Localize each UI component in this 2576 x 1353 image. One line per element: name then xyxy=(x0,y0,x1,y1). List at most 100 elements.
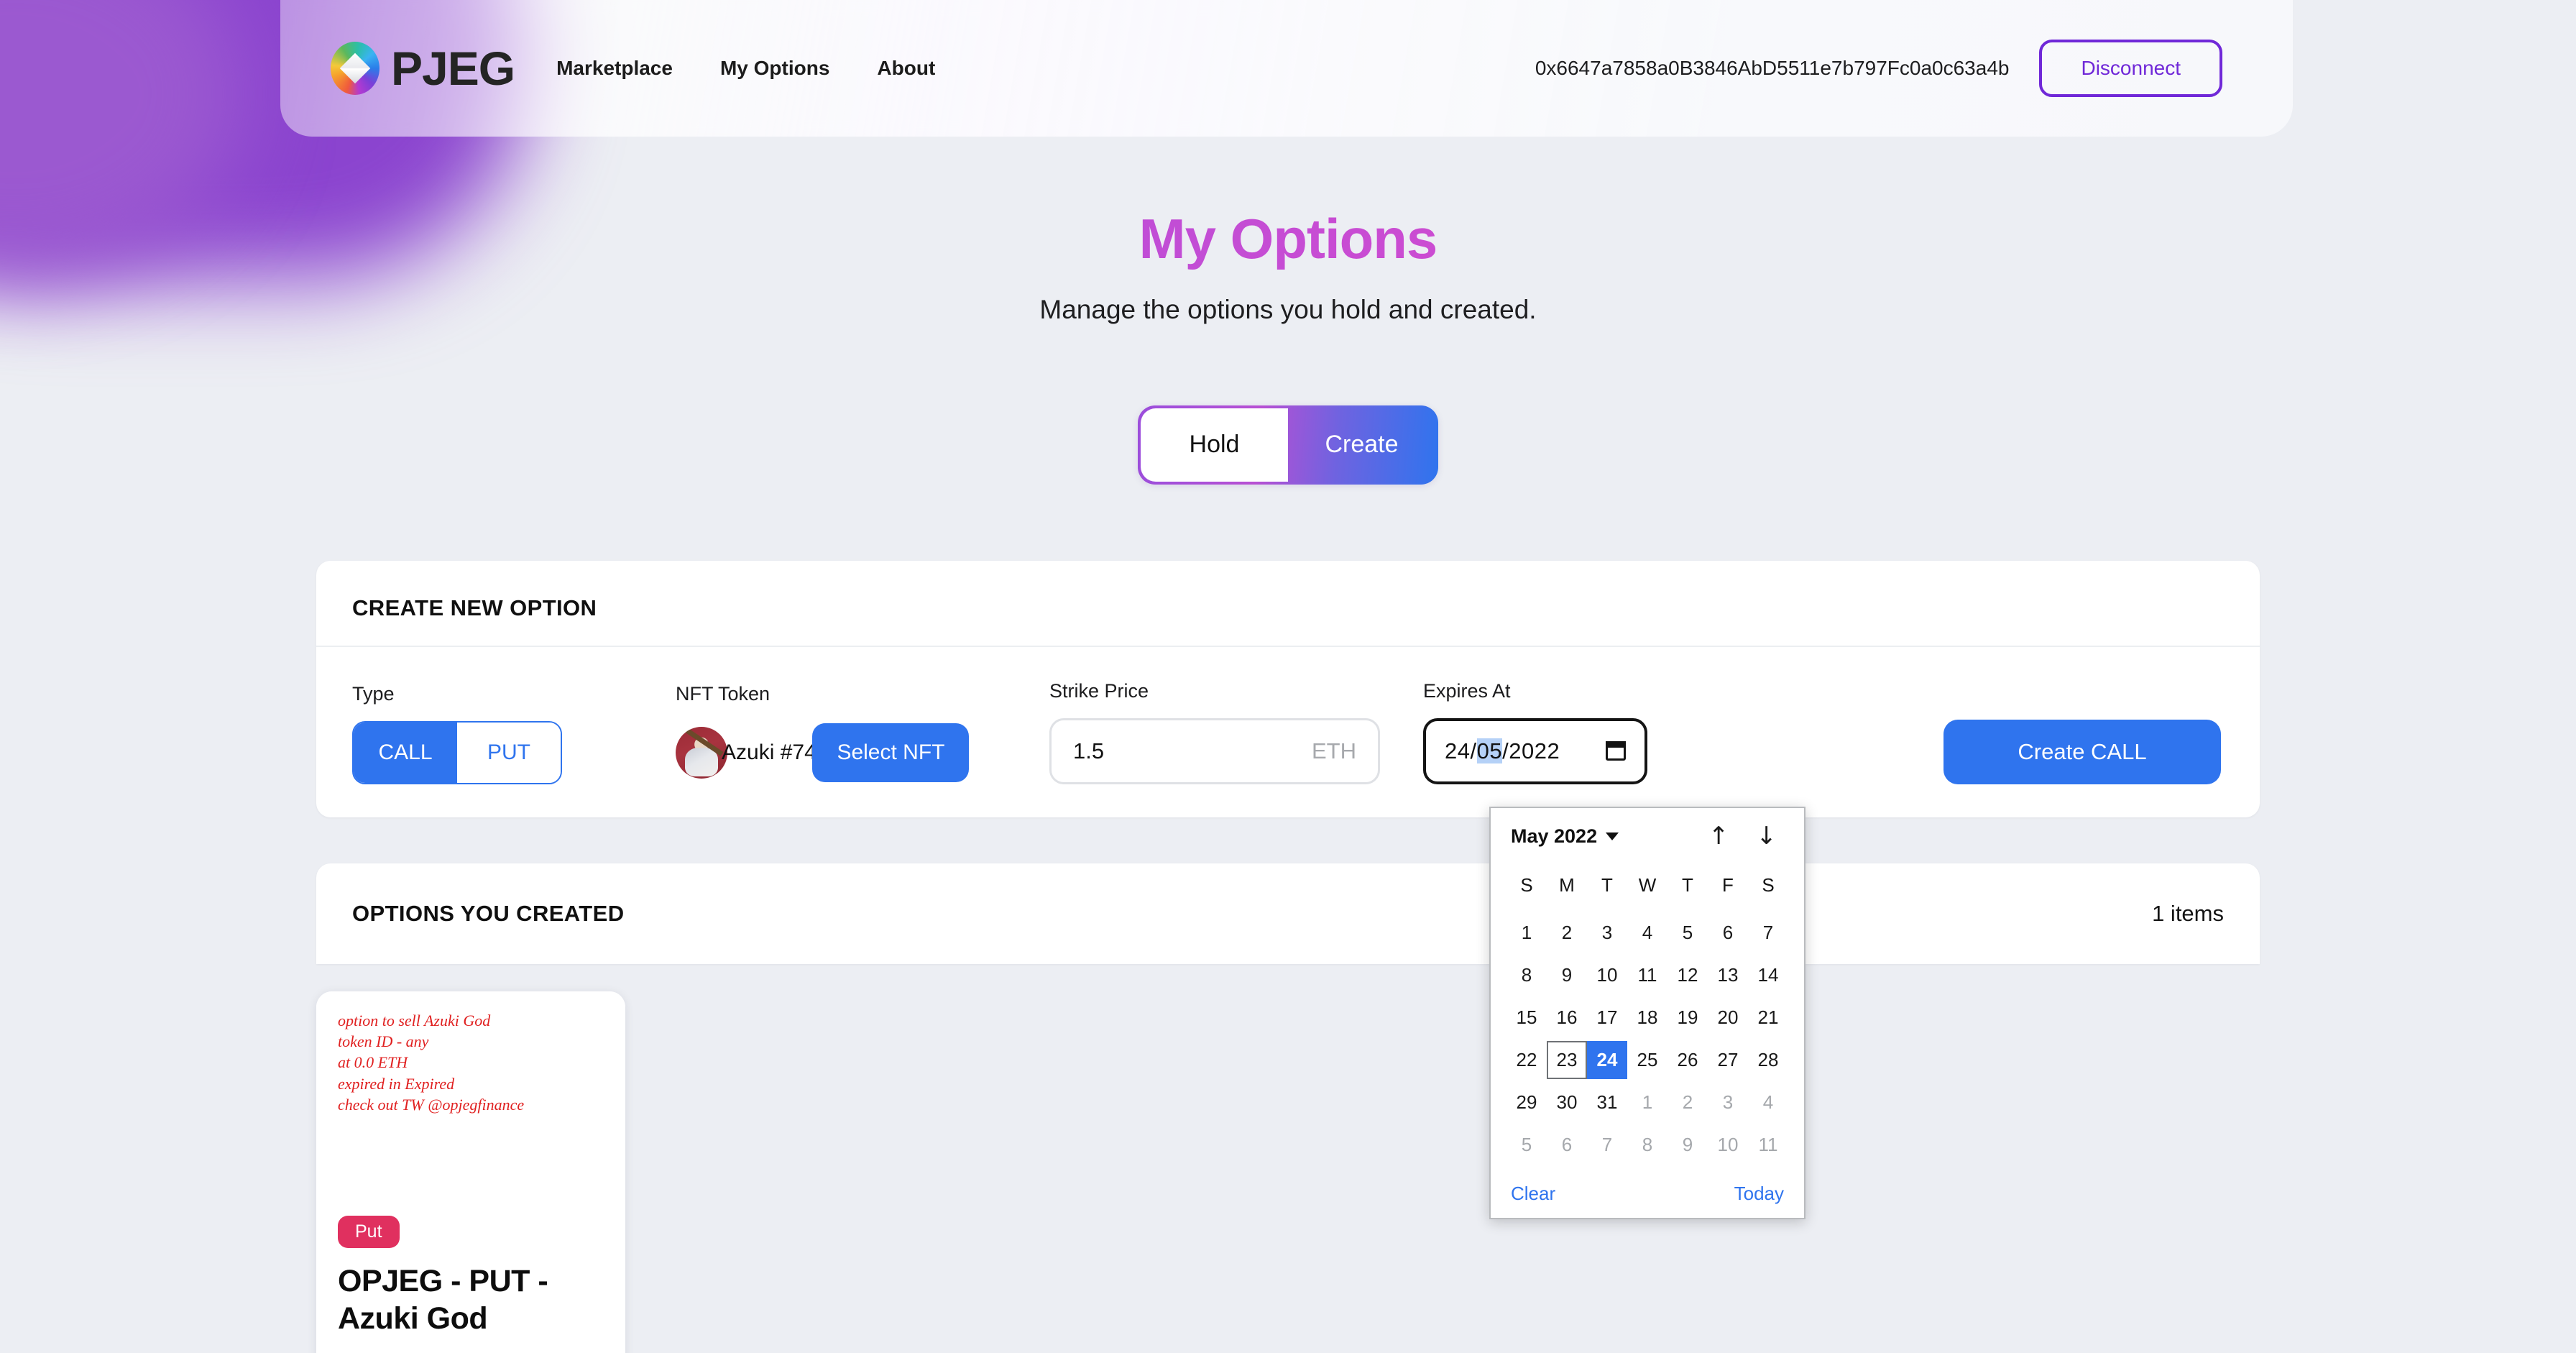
strike-price-label: Strike Price xyxy=(1049,679,1149,702)
datepicker-day[interactable]: 30 xyxy=(1547,1083,1587,1122)
main-content: My Options Manage the options you hold a… xyxy=(0,0,2576,1353)
card-art-line-1: option to sell Azuki God xyxy=(338,1011,491,1029)
datepicker-day[interactable]: 2 xyxy=(1547,914,1587,952)
created-panel-title: OPTIONS YOU CREATED xyxy=(352,900,625,926)
datepicker-weekday-5: F xyxy=(1722,874,1734,896)
option-card-artwork: option to sell Azuki God token ID - any … xyxy=(316,991,625,1216)
datepicker-day[interactable]: 24 xyxy=(1587,1041,1627,1079)
tab-hold[interactable]: Hold xyxy=(1141,408,1288,482)
datepicker-day[interactable]: 16 xyxy=(1547,999,1587,1037)
type-option-call[interactable]: CALL xyxy=(354,722,457,783)
datepicker-header: May 2022 ↑ ↓ xyxy=(1506,824,1788,848)
site-header: PJEG Marketplace My Options About 0x6647… xyxy=(280,0,2293,137)
datepicker-day[interactable]: 8 xyxy=(1506,956,1547,994)
nav-item-about[interactable]: About xyxy=(877,57,935,80)
datepicker-day[interactable]: 9 xyxy=(1668,1126,1708,1164)
type-option-put[interactable]: PUT xyxy=(457,722,561,783)
datepicker-day[interactable]: 19 xyxy=(1668,999,1708,1037)
datepicker-day[interactable]: 13 xyxy=(1708,956,1748,994)
datepicker-day[interactable]: 6 xyxy=(1547,1126,1587,1164)
datepicker-day[interactable]: 27 xyxy=(1708,1041,1748,1079)
datepicker-day[interactable]: 23 xyxy=(1547,1041,1587,1079)
strike-price-input-wrapper: ETH xyxy=(1049,717,1380,784)
datepicker-weekday-4: T xyxy=(1682,874,1693,896)
datepicker-month-selector[interactable]: May 2022 xyxy=(1511,825,1619,848)
datepicker-day[interactable]: 17 xyxy=(1587,999,1627,1037)
datepicker-day[interactable]: 18 xyxy=(1627,999,1668,1037)
card-art-line-5: check out TW @opjegfinance xyxy=(338,1095,525,1114)
nft-token-label: NFT Token xyxy=(676,682,770,705)
datepicker-day[interactable]: 29 xyxy=(1506,1083,1547,1122)
select-nft-button[interactable]: Select NFT xyxy=(812,723,970,782)
datepicker-day[interactable]: 6 xyxy=(1708,914,1748,952)
datepicker-day[interactable]: 25 xyxy=(1627,1041,1668,1079)
datepicker-day[interactable]: 9 xyxy=(1547,956,1587,994)
datepicker-day[interactable]: 5 xyxy=(1506,1126,1547,1164)
arrow-down-icon[interactable]: ↓ xyxy=(1757,824,1777,848)
arrow-up-icon[interactable]: ↑ xyxy=(1708,824,1729,848)
brand-logo[interactable]: PJEG xyxy=(331,42,515,95)
card-art-line-4: expired in Expired xyxy=(338,1074,455,1093)
datepicker-day[interactable]: 10 xyxy=(1708,1126,1748,1164)
datepicker-day[interactable]: 14 xyxy=(1748,956,1788,994)
datepicker-day[interactable]: 11 xyxy=(1748,1126,1788,1164)
datepicker-day[interactable]: 26 xyxy=(1668,1041,1708,1079)
option-card[interactable]: option to sell Azuki God token ID - any … xyxy=(316,991,625,1353)
created-items-count: 1 items xyxy=(2152,900,2224,926)
strike-price-unit: ETH xyxy=(1312,738,1356,763)
type-toggle: CALL PUT xyxy=(352,720,562,784)
datepicker-day[interactable]: 2 xyxy=(1668,1083,1708,1122)
azuki-avatar xyxy=(676,726,727,779)
datepicker-grid: S M T W T F S 1 2 3 4 5 6 7 8 9 10 11 12 13 14 15 16 17 18 19 20 21… xyxy=(1506,870,1788,1164)
datepicker-day[interactable]: 28 xyxy=(1748,1041,1788,1079)
nav-item-marketplace[interactable]: Marketplace xyxy=(556,57,673,80)
disconnect-button[interactable]: Disconnect xyxy=(2039,40,2222,97)
datepicker-weekday-3: W xyxy=(1638,874,1657,896)
field-expires-at: Expires At 24/05/2022 xyxy=(1423,680,1811,784)
pjeg-prism-logo-icon xyxy=(331,42,380,95)
datepicker-day[interactable]: 3 xyxy=(1708,1083,1748,1122)
datepicker-day[interactable]: 11 xyxy=(1627,956,1668,994)
datepicker-day[interactable]: 10 xyxy=(1587,956,1627,994)
card-art-line-2: token ID - any xyxy=(338,1032,429,1051)
create-option-form: Type CALL PUT NFT Token Azuki #741 Selec… xyxy=(316,647,2260,784)
datepicker-day[interactable]: 3 xyxy=(1587,914,1627,952)
datepicker-day[interactable]: 15 xyxy=(1506,999,1547,1037)
date-segment-day[interactable]: 24 xyxy=(1445,738,1470,763)
datepicker-day[interactable]: 12 xyxy=(1668,956,1708,994)
datepicker-today-button[interactable]: Today xyxy=(1734,1183,1784,1205)
datepicker-day[interactable]: 1 xyxy=(1627,1083,1668,1122)
datepicker-day[interactable]: 21 xyxy=(1748,999,1788,1037)
datepicker-clear-button[interactable]: Clear xyxy=(1511,1183,1555,1205)
datepicker-day[interactable]: 1 xyxy=(1506,914,1547,952)
mode-toggle: Hold Create xyxy=(1138,405,1438,485)
type-label: Type xyxy=(352,682,395,705)
datepicker-day[interactable]: 20 xyxy=(1708,999,1748,1037)
datepicker-day[interactable]: 7 xyxy=(1748,914,1788,952)
date-separator-1: / xyxy=(1470,738,1477,763)
datepicker-day[interactable]: 8 xyxy=(1627,1126,1668,1164)
chevron-down-icon xyxy=(1606,832,1619,840)
datepicker-day[interactable]: 5 xyxy=(1668,914,1708,952)
datepicker-weekday-2: T xyxy=(1601,874,1613,896)
datepicker-day[interactable]: 31 xyxy=(1587,1083,1627,1122)
create-call-button[interactable]: Create CALL xyxy=(1944,719,2221,784)
datepicker-day[interactable]: 22 xyxy=(1506,1041,1547,1079)
field-nft-token: NFT Token Azuki #741 Select NFT xyxy=(676,683,1049,784)
date-separator-2: / xyxy=(1502,738,1509,763)
expires-at-date-input[interactable]: 24/05/2022 xyxy=(1423,717,1647,784)
option-card-body: Put OPJEG - PUT - Azuki God OPJEG-Azuki … xyxy=(316,1215,625,1353)
datepicker-day[interactable]: 4 xyxy=(1627,914,1668,952)
datepicker-day[interactable]: 7 xyxy=(1587,1126,1627,1164)
expires-at-label: Expires At xyxy=(1423,679,1511,702)
date-segment-month[interactable]: 05 xyxy=(1476,738,1503,763)
strike-price-input[interactable] xyxy=(1073,738,1312,764)
calendar-icon[interactable] xyxy=(1606,741,1626,761)
date-segment-year[interactable]: 2022 xyxy=(1509,738,1560,763)
mode-toggle-wrapper: Hold Create xyxy=(0,405,2576,485)
created-options-list: option to sell Azuki God token ID - any … xyxy=(316,991,2260,1353)
nav-item-my-options[interactable]: My Options xyxy=(720,57,829,80)
header-wallet-area: 0x6647a7858a0B3846AbD5511e7b797Fc0a0c63a… xyxy=(1535,40,2222,97)
datepicker-day[interactable]: 4 xyxy=(1748,1083,1788,1122)
tab-create[interactable]: Create xyxy=(1288,408,1435,482)
